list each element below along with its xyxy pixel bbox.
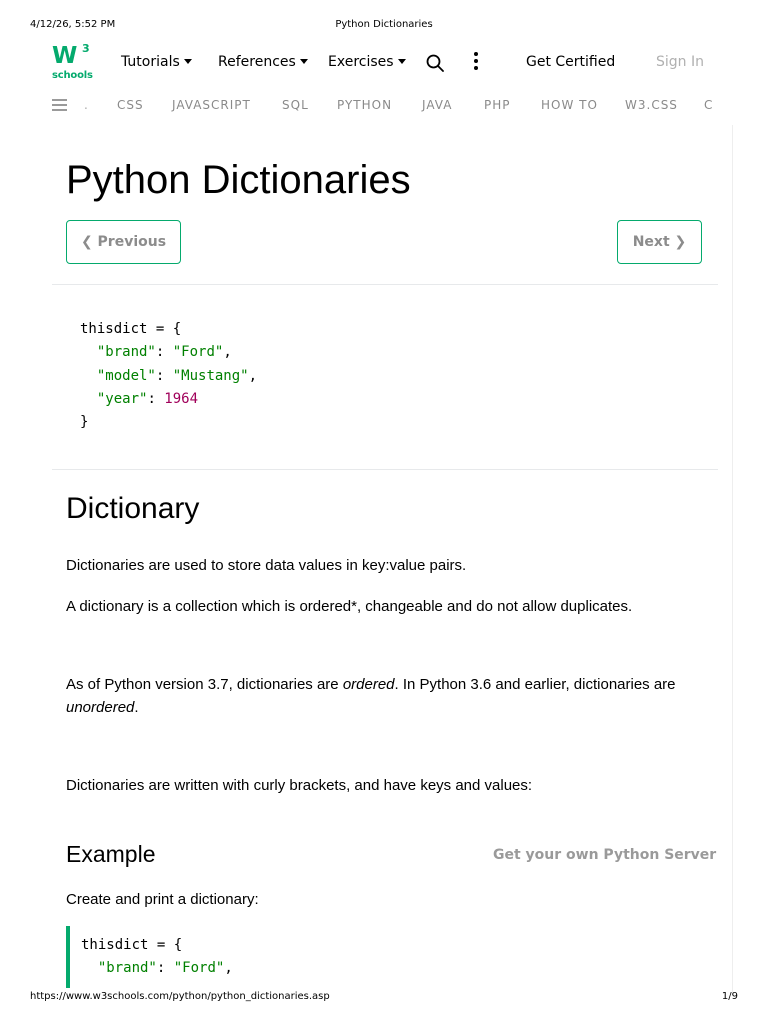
- get-certified-link[interactable]: Get Certified: [526, 54, 615, 70]
- logo-superscript: 3: [82, 42, 90, 55]
- logo-w: W: [52, 43, 77, 69]
- dictionary-paragraph-1: Dictionaries are used to store data valu…: [66, 557, 467, 574]
- content-right-border: [732, 125, 733, 995]
- print-footer: https://www.w3schools.com/python/python_…: [0, 991, 768, 1005]
- print-url: https://www.w3schools.com/python/python_…: [30, 991, 330, 1002]
- subnav-item-java[interactable]: JAVA: [422, 98, 452, 112]
- get-python-server-link[interactable]: Get your own Python Server: [493, 847, 716, 863]
- caret-down-icon: [183, 58, 192, 64]
- subnav-item-how-to[interactable]: HOW TO: [541, 98, 598, 112]
- subnav-item-javascript[interactable]: JAVASCRIPT: [172, 98, 251, 112]
- caret-down-icon: [299, 58, 308, 64]
- hamburger-menu-icon[interactable]: [52, 99, 67, 111]
- page-title: Python Dictionaries: [66, 158, 411, 202]
- search-icon[interactable]: [426, 54, 444, 72]
- intro-code-block: thisdict = { "brand": "Ford", "model": "…: [80, 321, 258, 431]
- previous-button[interactable]: ❮ Previous: [66, 220, 181, 264]
- tutorials-menu[interactable]: Tutorials: [121, 54, 192, 70]
- tutorials-label: Tutorials: [121, 54, 180, 70]
- dictionary-heading: Dictionary: [66, 492, 200, 525]
- references-label: References: [218, 54, 296, 70]
- next-button[interactable]: Next ❯: [617, 220, 702, 264]
- divider: [52, 469, 718, 470]
- more-options-icon[interactable]: [472, 52, 480, 74]
- exercises-label: Exercises: [328, 54, 394, 70]
- subnav-item-c[interactable]: C: [704, 98, 713, 112]
- subnav-item-php[interactable]: PHP: [484, 98, 511, 112]
- subnav-item-python[interactable]: PYTHON: [337, 98, 392, 112]
- logo-schools: schools: [52, 70, 93, 81]
- subnav-item-w3css[interactable]: W3.CSS: [625, 98, 678, 112]
- example-heading: Example: [66, 841, 156, 867]
- references-menu[interactable]: References: [218, 54, 308, 70]
- dictionary-paragraph-4: Dictionaries are written with curly brac…: [66, 777, 533, 794]
- exercises-menu[interactable]: Exercises: [328, 54, 406, 70]
- subnav-item-sql[interactable]: SQL: [282, 98, 309, 112]
- dictionary-paragraph-3: As of Python version 3.7, dictionaries a…: [66, 676, 676, 716]
- print-page-number: 1/9: [721, 991, 738, 1002]
- subject-navigation: . CSS JAVASCRIPT SQL PYTHON JAVA PHP HOW…: [0, 92, 732, 120]
- example-description: Create and print a dictionary:: [66, 891, 259, 908]
- example-code-block: thisdict = { "brand": "Ford",: [81, 937, 233, 977]
- dictionary-paragraph-2: A dictionary is a collection which is or…: [66, 598, 633, 615]
- example-accent-bar: [66, 926, 70, 988]
- subnav-item-css[interactable]: CSS: [117, 98, 144, 112]
- print-title: Python Dictionaries: [335, 19, 433, 30]
- subnav-truncated-item[interactable]: .: [84, 98, 88, 112]
- w3schools-logo[interactable]: W 3 schools: [52, 42, 93, 84]
- top-navigation: W 3 schools Tutorials References Exercis…: [0, 40, 768, 88]
- print-header: 4/12/26, 5:52 PM Python Dictionaries: [0, 19, 768, 33]
- divider: [52, 284, 718, 285]
- sign-in-link[interactable]: Sign In: [656, 54, 704, 70]
- caret-down-icon: [397, 58, 406, 64]
